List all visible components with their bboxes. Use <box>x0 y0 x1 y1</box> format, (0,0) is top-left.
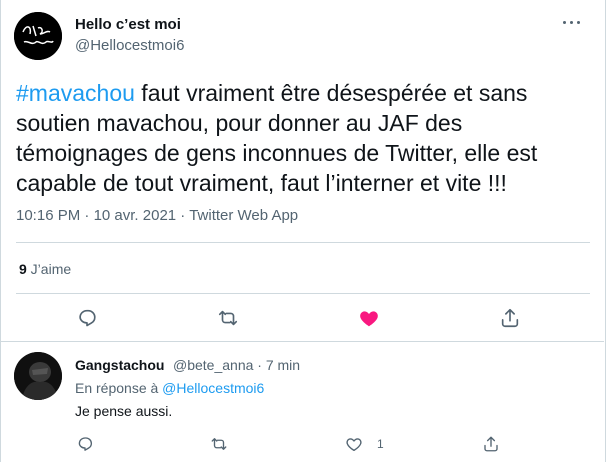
likes-stat[interactable]: 9 J’aime <box>19 261 71 277</box>
reply-text: Je pense aussi. <box>75 403 173 419</box>
in-reply-to: En réponse à @Hellocestmoi6 <box>75 380 264 396</box>
tweet-text: #mavachou faut vraiment être désespérée … <box>16 78 586 198</box>
tweet-separator <box>0 341 604 342</box>
in-reply-prefix: En réponse à <box>75 380 163 396</box>
reply-handle-line: @bete_anna · 7 min <box>173 357 300 373</box>
reply-handle[interactable]: @bete_anna <box>173 357 253 373</box>
divider <box>16 242 590 243</box>
tweet-date[interactable]: 10 avr. 2021 <box>94 207 177 224</box>
retweet-icon[interactable] <box>217 307 239 329</box>
in-reply-handle-link[interactable]: @Hellocestmoi6 <box>162 380 264 396</box>
tweet-meta: 10:16 PM · 10 avr. 2021 · Twitter Web Ap… <box>16 207 298 224</box>
like-icon[interactable] <box>345 435 363 453</box>
more-icon[interactable] <box>561 16 583 30</box>
reply-icon[interactable] <box>76 435 94 453</box>
avatar-image <box>14 12 62 60</box>
share-icon[interactable] <box>499 307 521 329</box>
share-icon[interactable] <box>482 435 500 453</box>
reply-time[interactable]: 7 min <box>266 357 300 373</box>
reply-avatar[interactable] <box>14 352 62 400</box>
display-name[interactable]: Hello c’est moi <box>75 16 181 33</box>
retweet-icon[interactable] <box>210 435 228 453</box>
divider <box>16 293 590 294</box>
likes-count: 9 <box>19 261 27 277</box>
meta-separator: · <box>253 357 266 373</box>
likes-label: J’aime <box>26 261 72 277</box>
reply-avatar-image <box>14 352 62 400</box>
reply-icon[interactable] <box>76 307 98 329</box>
hashtag-link[interactable]: #mavachou <box>16 80 135 106</box>
user-handle[interactable]: @Hellocestmoi6 <box>75 37 184 54</box>
reply-display-name[interactable]: Gangstachou <box>75 357 164 373</box>
tweet-time[interactable]: 10:16 PM <box>16 207 80 224</box>
tweet-source[interactable]: Twitter Web App <box>189 207 298 224</box>
meta-separator: · <box>176 207 190 224</box>
meta-separator: · <box>80 207 94 224</box>
reply-like-count: 1 <box>377 437 384 451</box>
avatar[interactable] <box>14 12 62 60</box>
like-filled-icon[interactable] <box>358 307 380 329</box>
